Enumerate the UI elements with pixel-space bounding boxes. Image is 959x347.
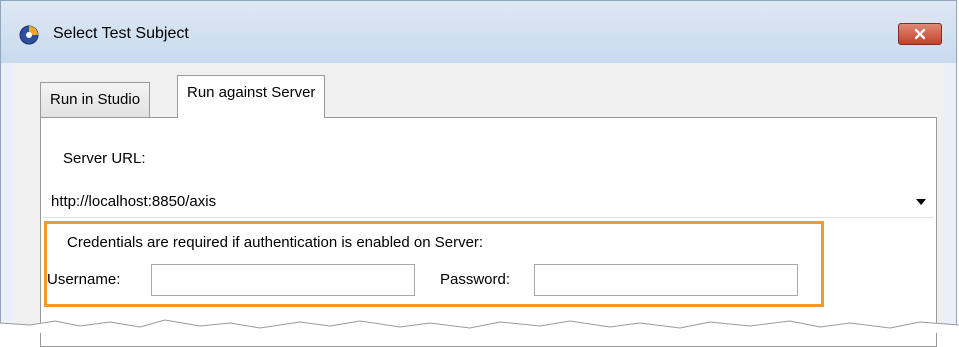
dialog-title: Select Test Subject <box>53 25 189 42</box>
server-url-combobox[interactable]: http://localhost:8850/axis <box>43 186 934 218</box>
password-label: Password: <box>440 271 511 288</box>
close-icon <box>914 28 926 40</box>
title-bar: Select Test Subject <box>1 1 956 63</box>
tab-panel: Server URL: http://localhost:8850/axis C… <box>40 117 937 347</box>
tab-label: Run in Studio <box>50 91 141 108</box>
dropdown-arrow-icon[interactable] <box>916 199 926 205</box>
tab-run-against-server[interactable]: Run against Server <box>177 75 326 118</box>
tab-label: Run against Server <box>187 84 316 101</box>
credentials-note: Credentials are required if authenticati… <box>67 234 484 251</box>
server-url-label: Server URL: <box>63 150 146 167</box>
dialog-content: Run in Studio Run against Server Server … <box>13 63 944 347</box>
username-label: Username: <box>47 271 121 288</box>
app-logo-icon <box>19 25 39 45</box>
torn-edge <box>0 319 959 333</box>
credentials-highlight-box: Credentials are required if authenticati… <box>44 221 824 307</box>
username-input[interactable] <box>151 264 415 296</box>
close-button[interactable] <box>898 23 942 45</box>
server-url-value: http://localhost:8850/axis <box>51 193 217 210</box>
password-input[interactable] <box>534 264 798 296</box>
tab-run-in-studio[interactable]: Run in Studio <box>40 82 151 117</box>
dialog-window: Select Test Subject Run in Studio Run ag… <box>0 0 957 347</box>
